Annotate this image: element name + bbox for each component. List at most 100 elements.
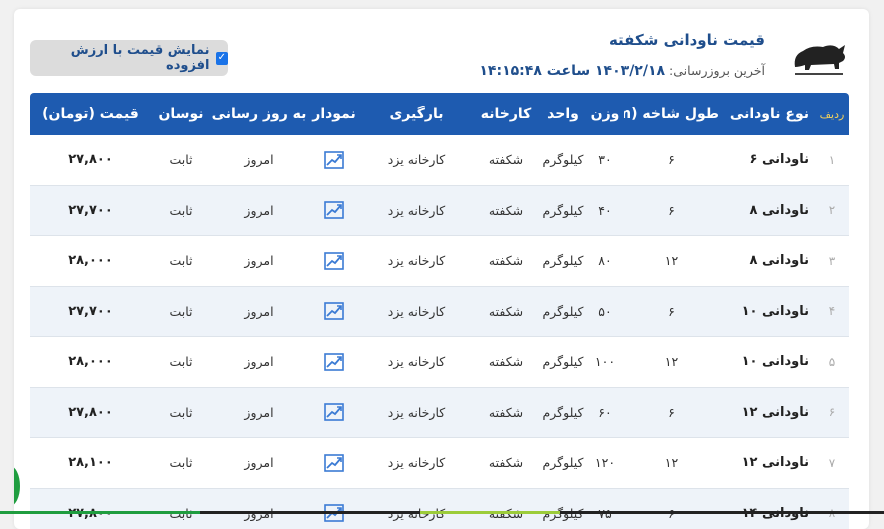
cell-updated: امروز [211, 354, 307, 369]
cell-length: ۱۲ [624, 455, 719, 470]
rhino-logo-icon [789, 37, 849, 81]
trend-chart-icon[interactable] [307, 353, 361, 371]
cell-length: ۱۲ [624, 253, 719, 268]
cell-factory: شکفته [472, 203, 540, 218]
cell-price: ۲۸,۰۰۰ [30, 354, 151, 369]
cell-factory: شکفته [472, 152, 540, 167]
cell-loading: کارخانه یزد [361, 405, 472, 420]
col-length[interactable]: طول شاخه (m) [624, 106, 719, 122]
cell-fluctuation: ثابت [151, 152, 211, 167]
trend-chart-icon[interactable] [307, 201, 361, 219]
cell-unit: کیلوگرم [540, 304, 586, 319]
table-row: ۷ناودانی ۱۲۱۲۱۲۰کیلوگرمشکفتهکارخانه یزدا… [30, 438, 849, 489]
cell-weight: ۱۰۰ [586, 354, 624, 369]
trend-chart-icon[interactable] [307, 252, 361, 270]
vat-toggle[interactable]: ✓ نمایش قیمت با ارزش افزوده [30, 40, 228, 76]
cell-fluctuation: ثابت [151, 455, 211, 470]
cell-length: ۶ [624, 304, 719, 319]
vat-label: نمایش قیمت با ارزش افزوده [30, 43, 210, 73]
cell-unit: کیلوگرم [540, 354, 586, 369]
cell-name: ناودانی ۸ [719, 253, 815, 268]
cell-price: ۲۸,۰۰۰ [30, 253, 151, 268]
cell-updated: امروز [211, 253, 307, 268]
cell-factory: شکفته [472, 354, 540, 369]
vat-checkbox[interactable]: ✓ [216, 52, 229, 65]
cell-idx: ۱ [815, 153, 849, 167]
cell-unit: کیلوگرم [540, 405, 586, 420]
trend-chart-icon[interactable] [307, 302, 361, 320]
table-row: ۲ناودانی ۸۶۴۰کیلوگرمشکفتهکارخانه یزدامرو… [30, 186, 849, 237]
col-price[interactable]: قیمت (تومان) [30, 106, 151, 122]
cell-loading: کارخانه یزد [361, 152, 472, 167]
cell-price: ۲۸,۱۰۰ [30, 455, 151, 470]
cell-name: ناودانی ۱۰ [719, 304, 815, 319]
cell-fluctuation: ثابت [151, 253, 211, 268]
cell-price: ۲۷,۷۰۰ [30, 304, 151, 319]
cell-length: ۶ [624, 405, 719, 420]
cell-updated: امروز [211, 405, 307, 420]
trend-chart-icon[interactable] [307, 454, 361, 472]
col-factory[interactable]: کارخانه [472, 106, 540, 122]
table-row: ۵ناودانی ۱۰۱۲۱۰۰کیلوگرمشکفتهکارخانه یزد ا… [30, 337, 849, 388]
cell-name: ناودانی ۸ [719, 203, 815, 218]
table-row: ۳ناودانی ۸۱۲۸۰کیلوگرمشکفتهکارخانه یزد امر… [30, 236, 849, 287]
cell-updated: امروز [211, 203, 307, 218]
col-name[interactable]: نوع ناودانی [719, 106, 815, 122]
cell-fluctuation: ثابت [151, 203, 211, 218]
cell-fluctuation: ثابت [151, 354, 211, 369]
col-unit[interactable]: واحد [540, 106, 586, 122]
cell-price: ۲۷,۸۰۰ [30, 152, 151, 167]
trend-chart-icon[interactable] [307, 403, 361, 421]
cell-idx: ۲ [815, 203, 849, 217]
trend-chart-icon[interactable] [307, 151, 361, 169]
cell-weight: ۸۰ [586, 253, 624, 268]
table-row: ۶ناودانی ۱۲۶۶۰کیلوگرمشکفتهکارخانه یزدامر… [30, 388, 849, 439]
cell-length: ۱۲ [624, 354, 719, 369]
last-updated: آخرین بروزرسانی: ۱۴۰۳/۲/۱۸ ساعت ۱۴:۱۵:۴۸ [479, 63, 765, 79]
cell-idx: ۳ [815, 254, 849, 268]
cell-length: ۶ [624, 152, 719, 167]
cell-loading: کارخانه یزد [361, 354, 472, 369]
cell-name: ناودانی ۱۲ [719, 405, 815, 420]
cell-loading: کارخانه یزد [361, 304, 472, 319]
cell-idx: ۴ [815, 304, 849, 318]
cell-idx: ۵ [815, 355, 849, 369]
cell-updated: امروز [211, 455, 307, 470]
floating-button[interactable] [14, 466, 20, 506]
cell-factory: شکفته [472, 253, 540, 268]
col-idx: ردیف [815, 108, 849, 121]
last-updated-label: آخرین بروزرسانی: [669, 63, 765, 78]
cell-weight: ۳۰ [586, 152, 624, 167]
cell-idx: ۶ [815, 405, 849, 419]
cell-weight: ۴۰ [586, 203, 624, 218]
table-header: ردیف نوع ناودانی طول شاخه (m) وزن واحد ک… [30, 93, 849, 135]
cell-loading: کارخانه یزد [361, 455, 472, 470]
col-chart: نمودار [307, 106, 361, 122]
cell-price: ۲۷,۷۰۰ [30, 203, 151, 218]
col-loading[interactable]: بارگیری [361, 106, 472, 122]
table-row: ۸ناودانی ۱۴۶۷۵کیلوگرمشکفتهکارخانه یزدامر… [30, 489, 849, 529]
cell-idx: ۷ [815, 456, 849, 470]
cell-updated: امروز [211, 304, 307, 319]
table-body: ۱ناودانی ۶۶۳۰کیلوگرمشکفتهکارخانه یزدامرو… [30, 135, 849, 529]
cell-weight: ۶۰ [586, 405, 624, 420]
cell-price: ۲۷,۸۰۰ [30, 405, 151, 420]
cell-name: ناودانی ۱۰ [719, 354, 815, 369]
cell-loading: کارخانه یزد [361, 253, 472, 268]
price-card: قیمت ناودانی شکفته آخرین بروزرسانی: ۱۴۰۳… [14, 9, 869, 529]
cell-weight: ۱۲۰ [586, 455, 624, 470]
col-weight[interactable]: وزن [586, 106, 624, 122]
cell-factory: شکفته [472, 304, 540, 319]
page-title: قیمت ناودانی شکفته [609, 31, 765, 49]
col-fluctuation[interactable]: نوسان [151, 106, 211, 122]
cell-factory: شکفته [472, 405, 540, 420]
cell-factory: شکفته [472, 455, 540, 470]
cell-name: ناودانی ۶ [719, 152, 815, 167]
cell-unit: کیلوگرم [540, 253, 586, 268]
cell-weight: ۵۰ [586, 304, 624, 319]
cell-length: ۶ [624, 203, 719, 218]
cell-unit: کیلوگرم [540, 203, 586, 218]
cell-unit: کیلوگرم [540, 455, 586, 470]
last-updated-value: ۱۴۰۳/۲/۱۸ ساعت ۱۴:۱۵:۴۸ [479, 63, 665, 79]
col-updated[interactable]: به روز رسانی [211, 106, 307, 122]
